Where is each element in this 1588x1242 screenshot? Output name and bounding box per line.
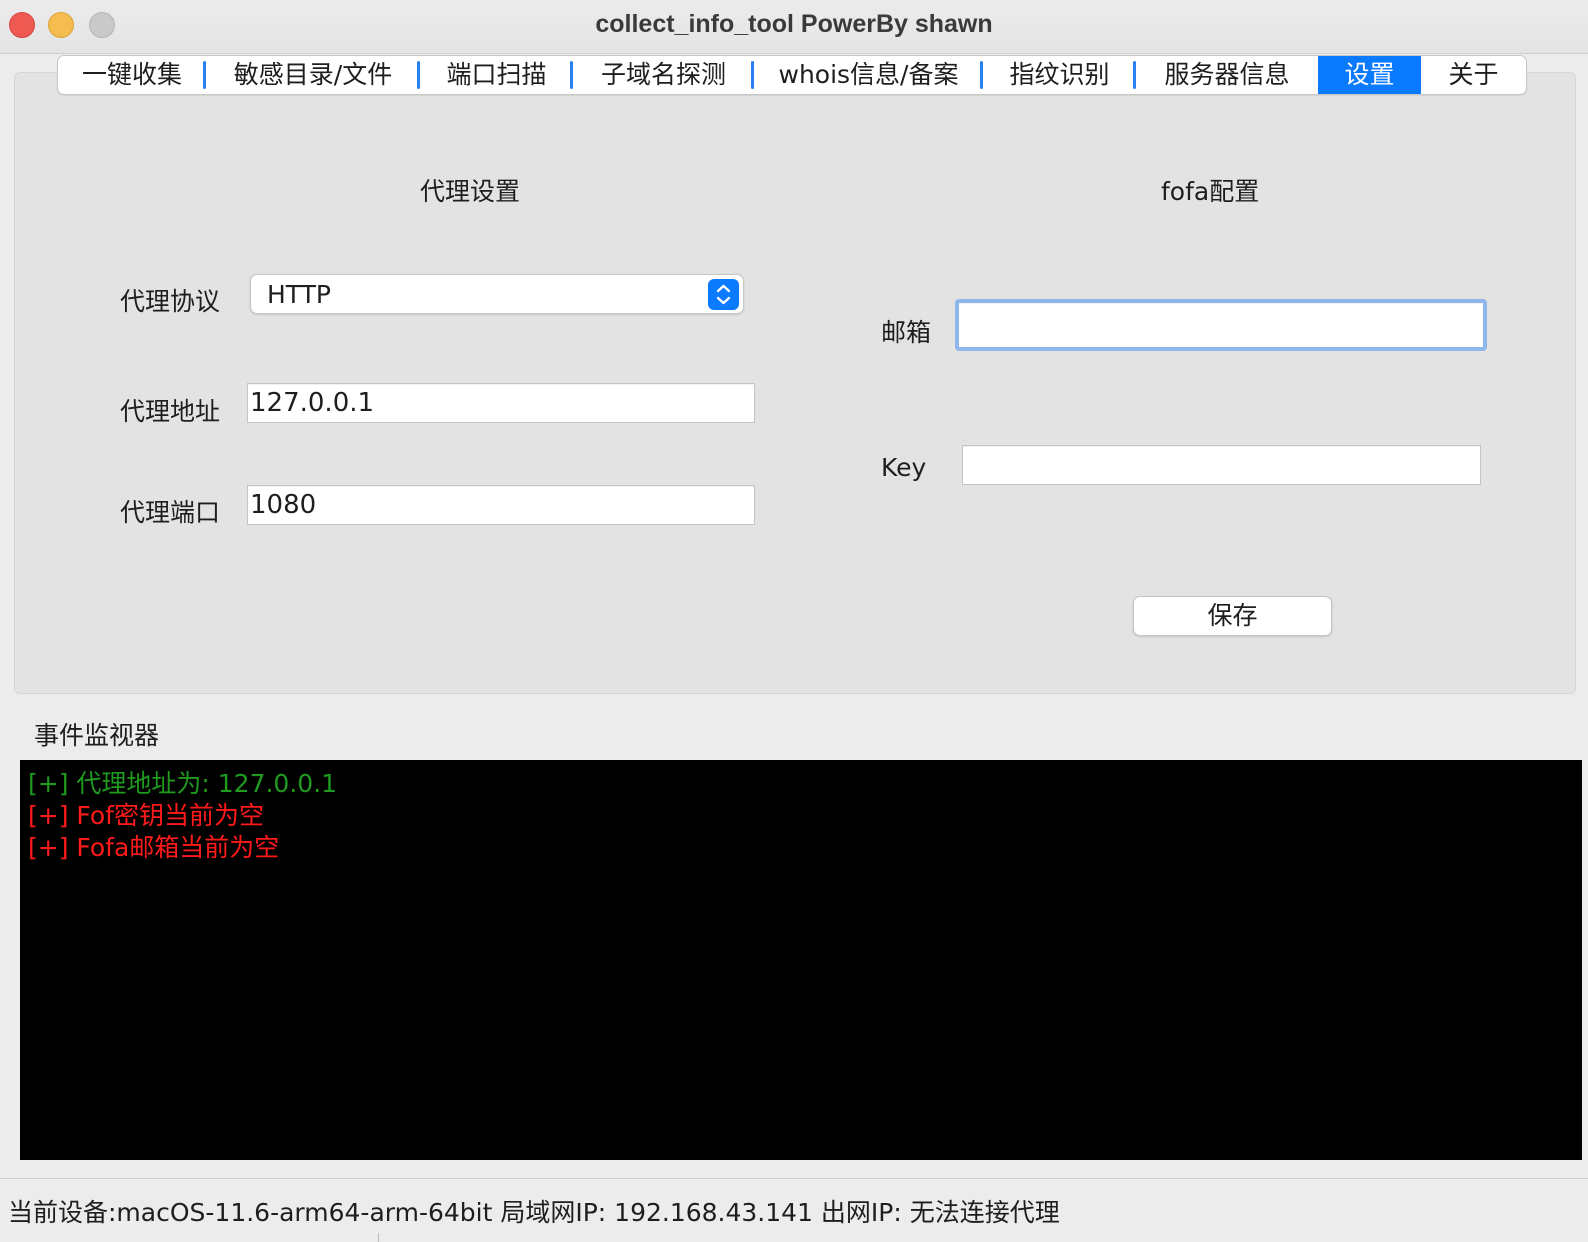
status-divider xyxy=(378,1233,379,1242)
tab-settings[interactable]: 设置 xyxy=(1318,56,1421,94)
proxy-address-label: 代理地址 xyxy=(120,397,221,426)
status-text: 当前设备:macOS-11.6-arm64-arm-64bit 局域网IP: 1… xyxy=(8,1198,1060,1227)
proxy-address-input[interactable]: 127.0.0.1 xyxy=(247,383,755,423)
event-monitor-label: 事件监视器 xyxy=(34,721,160,750)
proxy-protocol-select[interactable]: HTTP xyxy=(250,274,744,314)
updown-chevron-icon xyxy=(708,279,739,310)
tab-one-click-collect[interactable]: 一键收集 xyxy=(58,56,206,94)
fofa-email-label: 邮箱 xyxy=(881,318,932,347)
log-line: [+] Fofa邮箱当前为空 xyxy=(28,833,280,862)
save-button[interactable]: 保存 xyxy=(1133,596,1332,636)
tab-subdomain[interactable]: 子域名探测 xyxy=(573,56,754,94)
proxy-port-label: 代理端口 xyxy=(120,498,221,527)
status-bar: 当前设备:macOS-11.6-arm64-arm-64bit 局域网IP: 1… xyxy=(0,1178,1588,1242)
proxy-protocol-label: 代理协议 xyxy=(120,287,221,316)
title-bar: collect_info_tool PowerBy shawn xyxy=(0,0,1588,54)
fofa-config-heading: fofa配置 xyxy=(1161,177,1260,206)
log-line: [+] 代理地址为: 127.0.0.1 xyxy=(28,769,338,798)
tab-whois[interactable]: whois信息/备案 xyxy=(754,56,983,94)
tab-about[interactable]: 关于 xyxy=(1421,56,1526,94)
event-monitor-console[interactable]: [+] 代理地址为: 127.0.0.1 [+] Fof密钥当前为空 [+] F… xyxy=(20,760,1582,1160)
proxy-settings-heading: 代理设置 xyxy=(420,177,521,206)
proxy-protocol-value: HTTP xyxy=(267,280,331,309)
fofa-key-label: Key xyxy=(881,453,927,482)
fofa-email-input[interactable] xyxy=(955,299,1487,351)
tab-bar: 一键收集 敏感目录/文件 端口扫描 子域名探测 whois信息/备案 指纹识别 … xyxy=(57,55,1527,95)
tab-sensitive-dirs[interactable]: 敏感目录/文件 xyxy=(206,56,420,94)
window-title: collect_info_tool PowerBy shawn xyxy=(595,10,993,38)
tab-port-scan[interactable]: 端口扫描 xyxy=(420,56,573,94)
tab-fingerprint[interactable]: 指纹识别 xyxy=(983,56,1136,94)
tab-server-info[interactable]: 服务器信息 xyxy=(1136,56,1318,94)
proxy-port-input[interactable]: 1080 xyxy=(247,485,755,525)
log-line: [+] Fof密钥当前为空 xyxy=(28,801,264,830)
fofa-key-input[interactable] xyxy=(962,445,1481,485)
